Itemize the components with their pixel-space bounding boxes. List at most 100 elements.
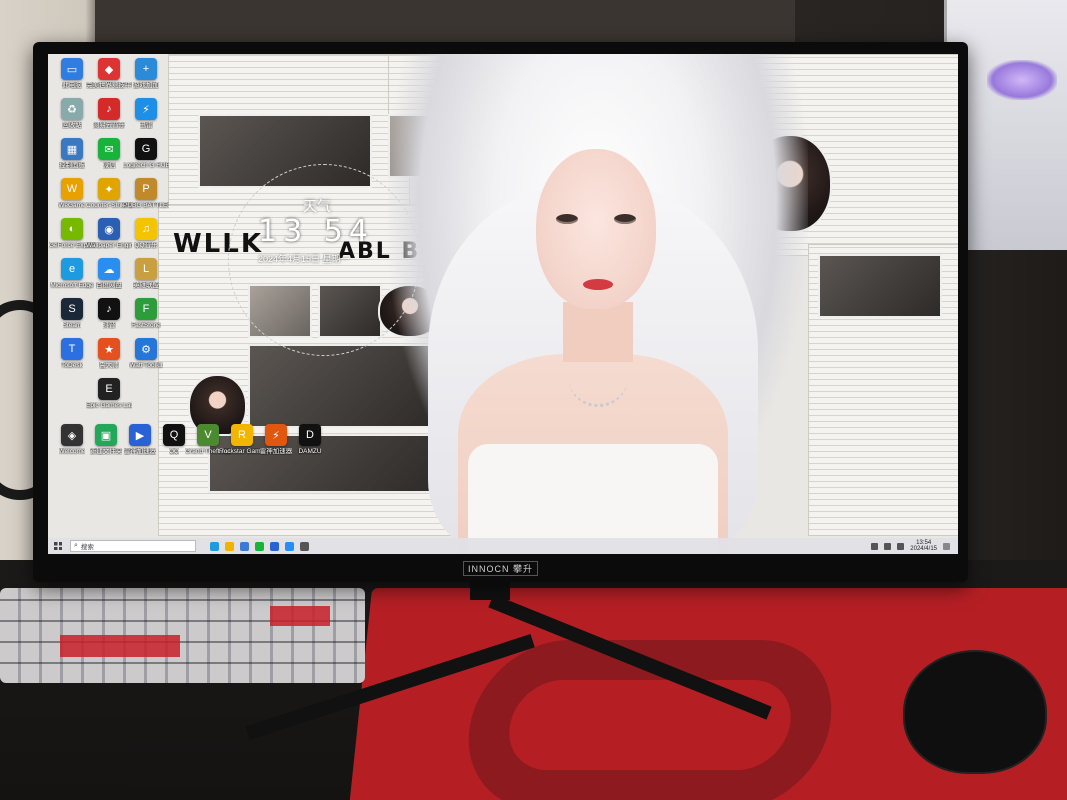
computer-icon: ▭ xyxy=(61,58,83,80)
desktop-shortcut-label: 网易云音乐 xyxy=(92,122,126,129)
gta-icon: V xyxy=(197,424,219,446)
monitor-bezel: INNOCN 攀升 xyxy=(33,554,968,582)
epic-icon: E xyxy=(98,378,120,400)
thunder-icon: ⚡ xyxy=(135,98,157,120)
desktop-shortcut-label: Epic Games Launcher xyxy=(86,402,132,409)
search-icon: ⌕ xyxy=(74,542,78,549)
taskbar-app-icon[interactable] xyxy=(285,541,294,551)
desktop-shortcut-label: FastStone xyxy=(131,322,161,329)
desktop-shortcut[interactable]: ⚙ Watt Toolkit xyxy=(124,338,168,369)
qq-music-icon: ♫ xyxy=(135,218,157,240)
folder-icon: ▣ xyxy=(95,424,117,446)
ludashi-icon: ★ xyxy=(98,338,120,360)
taskbar-app-icon[interactable] xyxy=(300,541,309,551)
desktop-shortcut[interactable]: ⚡ 迅雷 xyxy=(124,98,168,129)
desktop-shortcut-label: 英雄联盟 xyxy=(133,282,159,289)
desktop-clock: 13 54 xyxy=(258,214,374,249)
desktop-shortcut[interactable]: L 英雄联盟 xyxy=(124,258,168,289)
desktop-shortcut-label: PUBG BATTLEGROUNDS xyxy=(123,202,169,209)
desktop-shortcut[interactable]: ♫ QQ音乐 xyxy=(124,218,168,249)
steam-icon: S xyxy=(61,298,83,320)
wegame-icon: W xyxy=(61,178,83,200)
wallpaper-engine-icon: ◉ xyxy=(98,218,120,240)
lol-icon: L xyxy=(135,258,157,280)
wallpaper-figure-neck xyxy=(563,302,633,362)
desktop-shortcut-label: Steam xyxy=(62,322,82,329)
weather-label: 天气 xyxy=(303,198,331,214)
rockstar-icon: R xyxy=(231,424,253,446)
desktop-shortcut[interactable]: P PUBG BATTLEGROUNDS xyxy=(123,178,169,209)
volume-icon[interactable] xyxy=(884,542,892,550)
desktop-shortcut-label: 微信 xyxy=(102,162,116,169)
desktop-shortcut-label: 控制面板 xyxy=(59,162,85,169)
mouse xyxy=(905,652,1045,772)
desktop-shortcut-label: QQ音乐 xyxy=(134,242,158,249)
desktop-shortcut-label: WeGame xyxy=(58,202,86,209)
taskbar-search-box[interactable]: ⌕ 搜索 xyxy=(70,540,196,552)
desktop-shortcut[interactable]: D DAMZU xyxy=(288,424,332,455)
logitech-icon: G xyxy=(135,138,157,160)
wallpaper-figure-lips xyxy=(583,279,613,290)
desktop-shortcut-label: QQ xyxy=(168,448,180,455)
desktop-shortcut[interactable]: F FastStone xyxy=(124,298,168,329)
keyboard-accent xyxy=(270,606,330,626)
desktop-shortcut-label: Watt Toolkit xyxy=(129,362,163,369)
clock-hours: 13 xyxy=(258,214,309,249)
taskbar-date: 2024/4/15 xyxy=(910,546,937,552)
todesk-icon: T xyxy=(61,338,83,360)
taskbar-app-icon[interactable] xyxy=(240,541,249,551)
taskbar-app-icon[interactable] xyxy=(270,541,279,551)
desktop-screen: WLLK ABL BFAET 天气 13 54 2024年4月15日 星期一 xyxy=(48,54,958,554)
faststone-icon: F xyxy=(135,298,157,320)
desktop-shortcut-label: ToDesk xyxy=(61,362,83,369)
clock-minutes: 54 xyxy=(323,214,374,249)
watt-toolkit-icon: ⚙ xyxy=(135,338,157,360)
baidu-pan-icon: ☁ xyxy=(98,258,120,280)
shelf xyxy=(95,0,795,48)
desktop-shortcut-label: DAMZU xyxy=(298,448,322,455)
music-icon: ♪ xyxy=(98,98,120,120)
notification-icon[interactable] xyxy=(943,542,950,550)
pubg-icon: P xyxy=(135,178,157,200)
control-panel-icon: ▦ xyxy=(61,138,83,160)
photo-print xyxy=(818,254,942,318)
desktop-shortcut-label: 鲁大师 xyxy=(99,362,119,369)
keyboard xyxy=(0,588,365,683)
thunder-accelerator-icon: ⚡ xyxy=(265,424,287,446)
desktop-shortcut-label: 百度网盘 xyxy=(96,282,122,289)
monitor-stand-neck xyxy=(470,580,510,600)
game-platform-icon: ◆ xyxy=(98,58,120,80)
desktop-date: 2024年4月15日 星期一 xyxy=(258,254,350,264)
geforce-icon: ◐ xyxy=(61,218,83,240)
cs2-icon: ✦ xyxy=(98,178,120,200)
desktop-shortcut-label: 此电脑 xyxy=(62,82,82,89)
desktop-shortcut[interactable]: E Epic Games Launcher xyxy=(86,378,132,409)
taskbar: ⌕ 搜索 13:54 2024/4/15 xyxy=(48,538,958,554)
monitor-brand-logo: INNOCN 攀升 xyxy=(463,560,538,576)
system-tray: 13:54 2024/4/15 xyxy=(871,540,958,553)
rgb-light xyxy=(987,60,1057,100)
desktop-shortcut-label: 迅雷 xyxy=(139,122,153,129)
search-placeholder: 搜索 xyxy=(80,544,94,551)
desktop-shortcut-label: 游戏加加 xyxy=(133,82,159,89)
wechat-icon: ✉ xyxy=(98,138,120,160)
taskbar-clock[interactable]: 13:54 2024/4/15 xyxy=(910,540,937,553)
desktop-shortcut-label: Logitech G HUB xyxy=(123,162,169,169)
damzu-icon: D xyxy=(299,424,321,446)
network-icon[interactable] xyxy=(871,542,879,550)
qq-icon: Q xyxy=(163,424,185,446)
input-method-icon[interactable] xyxy=(897,542,905,550)
edge-icon: e xyxy=(61,258,83,280)
taskbar-app-icon[interactable] xyxy=(225,541,234,551)
welcome-icon: ◈ xyxy=(61,424,83,446)
desktop-shortcut[interactable]: + 游戏加加 xyxy=(124,58,168,89)
wallpaper-figure-eye xyxy=(556,214,578,224)
desktop-shortcut[interactable]: G Logitech G HUB xyxy=(123,138,169,169)
taskbar-pinned-apps xyxy=(210,541,309,551)
taskbar-app-icon[interactable] xyxy=(255,541,264,551)
taskbar-app-icon[interactable] xyxy=(210,541,219,551)
start-button[interactable] xyxy=(48,538,68,554)
game-plus-icon: + xyxy=(135,58,157,80)
monitor: WLLK ABL BFAET 天气 13 54 2024年4月15日 星期一 xyxy=(33,42,968,582)
accelerator-icon: ▶ xyxy=(129,424,151,446)
